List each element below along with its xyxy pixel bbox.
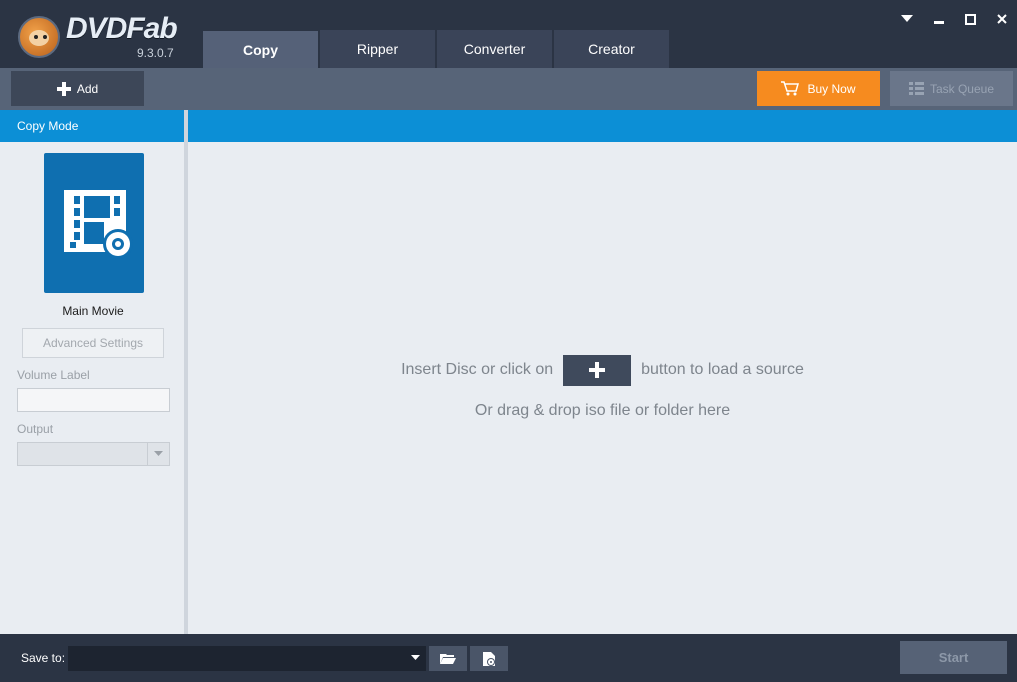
load-source-hint: Insert Disc or click on button to load a… [188, 354, 1017, 386]
copy-mode-header: Copy Mode [0, 110, 186, 142]
hint-text-before: Insert Disc or click on [401, 361, 554, 378]
add-button[interactable]: Add [11, 71, 144, 106]
tab-creator[interactable]: Creator [554, 30, 670, 68]
output-caption: Output [17, 422, 54, 436]
tab-converter[interactable]: Converter [437, 30, 553, 68]
save-path-select[interactable] [68, 646, 426, 671]
dropdown-icon[interactable] [898, 10, 916, 28]
buy-now-label: Buy Now [807, 81, 856, 96]
plus-icon [56, 81, 71, 96]
start-button[interactable]: Start [900, 641, 1007, 674]
tab-copy[interactable]: Copy [203, 31, 319, 69]
cart-icon [781, 81, 800, 96]
drag-drop-hint: Or drag & drop iso file or folder here [474, 402, 731, 419]
title-bar: DVDFab 9.3.0.7 Copy Ripper Converter Cre… [0, 0, 1017, 69]
app-name: DVDFab [66, 12, 178, 45]
add-button-label: Add [76, 81, 99, 96]
disc-file-icon [483, 651, 495, 666]
dvdfab-logo-icon [18, 16, 60, 58]
volume-label-input[interactable] [17, 388, 170, 412]
chevron-down-icon [411, 655, 420, 660]
chevron-down-icon [147, 443, 169, 465]
tab-ripper[interactable]: Ripper [320, 30, 436, 68]
add-source-button[interactable] [563, 354, 632, 386]
source-drop-area[interactable]: Insert Disc or click on button to load a… [188, 142, 1017, 634]
toolbar: Add Buy Now Task Queue [0, 68, 1017, 110]
main-movie-label: Main Movie [62, 304, 124, 318]
task-queue-label: Task Queue [929, 81, 995, 96]
app-version: 9.3.0.7 [137, 46, 174, 60]
plus-icon [589, 362, 606, 378]
save-to-label: Save to: [21, 651, 66, 665]
volume-label-caption: Volume Label [17, 368, 90, 382]
film-disc-icon [64, 190, 133, 259]
bottom-bar: Save to: Start [0, 634, 1017, 682]
main-header-bar [188, 110, 1017, 142]
buy-now-button[interactable]: Buy Now [757, 71, 880, 106]
minimize-icon[interactable] [930, 10, 948, 28]
task-queue-button[interactable]: Task Queue [890, 71, 1013, 106]
close-icon[interactable] [993, 10, 1011, 28]
hint-text-after: button to load a source [641, 361, 804, 378]
iso-output-button[interactable] [470, 646, 508, 671]
folder-open-icon [440, 654, 456, 664]
output-select[interactable] [17, 442, 170, 466]
browse-folder-button[interactable] [429, 646, 467, 671]
maximize-icon[interactable] [961, 10, 979, 28]
list-icon [908, 81, 924, 95]
advanced-settings-button[interactable]: Advanced Settings [22, 328, 164, 358]
main-movie-mode-tile[interactable] [44, 153, 144, 293]
copy-mode-panel: Copy Mode Main Movie Advanced Settings V… [0, 110, 186, 634]
